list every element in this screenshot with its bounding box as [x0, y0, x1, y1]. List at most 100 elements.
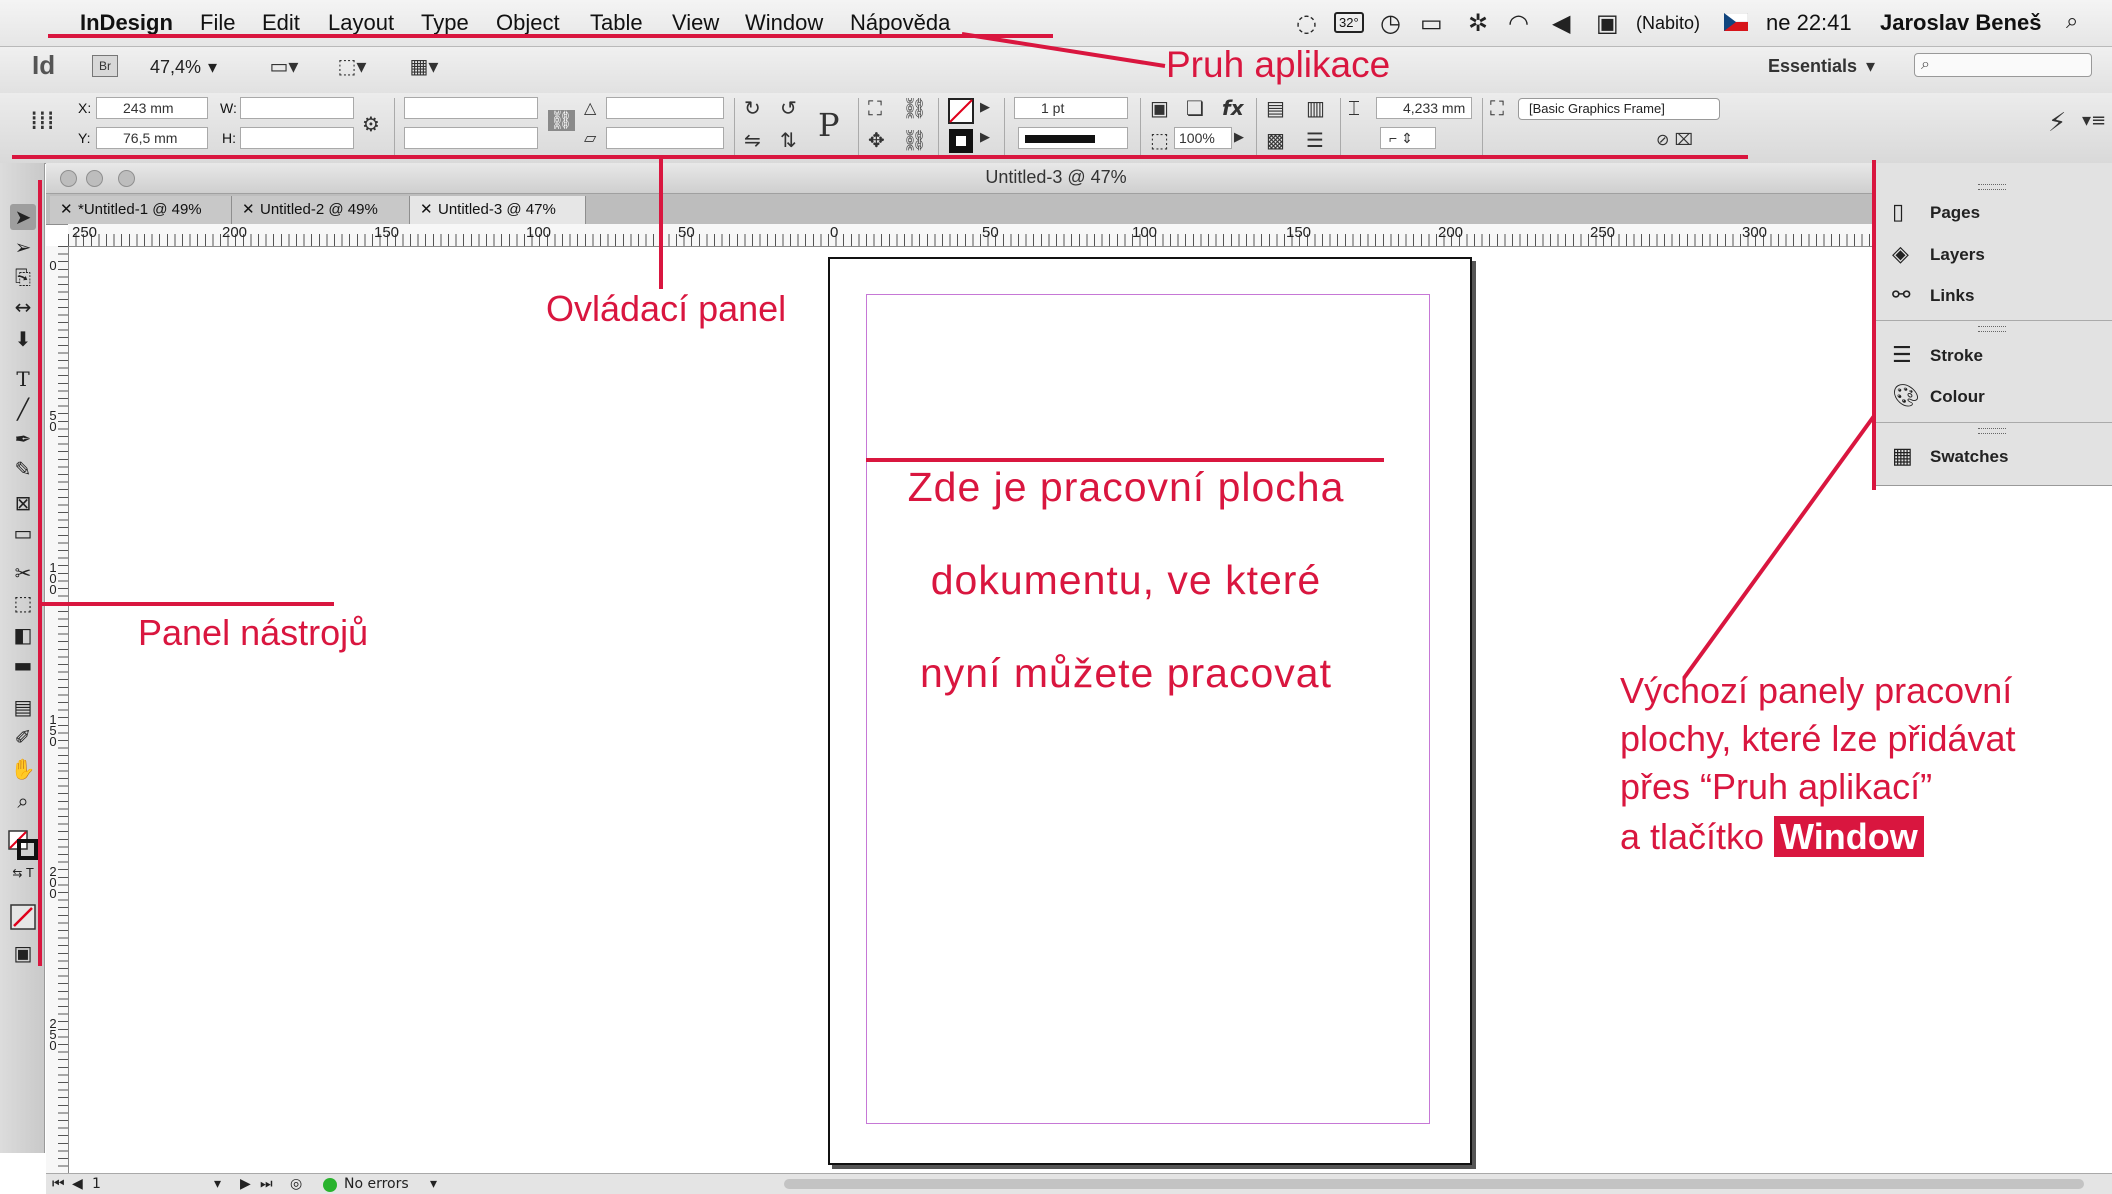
flip-vertical-icon[interactable]: ⇅ [780, 128, 797, 152]
page-tool-icon[interactable]: ⎘ [10, 264, 36, 290]
scissors-tool-icon[interactable]: ✂ [10, 560, 36, 586]
screen-mode-button[interactable]: ⬚▾ [330, 54, 374, 82]
panel-pages[interactable]: ▯ Pages [1892, 198, 1980, 228]
panel-menu-icon[interactable]: ▾≡ [2082, 110, 2106, 131]
direct-selection-tool-icon[interactable]: ➢ [10, 234, 36, 260]
x-position-field[interactable]: 243 mm [96, 97, 208, 119]
rotate-cw-icon[interactable]: ↻ [744, 96, 761, 120]
menu-app-name[interactable]: InDesign [80, 10, 173, 36]
battery-icon[interactable]: ▣ [1596, 9, 1619, 37]
text-wrap-shape-icon[interactable]: ▩ [1266, 128, 1285, 152]
horizontal-scrollbar[interactable] [784, 1179, 2084, 1189]
hand-tool-icon[interactable]: ✋ [10, 756, 36, 782]
last-page-icon[interactable]: ⏭ [260, 1176, 273, 1192]
bridge-button[interactable]: Br [92, 55, 118, 77]
fill-stroke-swatch-icon[interactable] [8, 830, 38, 860]
panel-grip[interactable] [1978, 184, 2006, 190]
panel-layers[interactable]: ◈ Layers [1892, 240, 1985, 270]
scale-x-field[interactable] [404, 97, 538, 119]
tab-close-icon[interactable]: ✕ [60, 196, 73, 224]
time-machine-icon[interactable]: ◷ [1380, 9, 1401, 37]
gradient-swatch-tool-icon[interactable]: ◧ [10, 622, 36, 648]
panel-stroke[interactable]: ☰ Stroke [1892, 341, 1983, 371]
effects-fx-icon[interactable]: fx [1222, 96, 1244, 120]
menu-layout[interactable]: Layout [328, 10, 394, 36]
opacity-menu-arrow-icon[interactable]: ▶ [1234, 130, 1244, 145]
panel-links[interactable]: ⚯ Links [1892, 281, 1974, 311]
pen-tool-icon[interactable]: ✒ [10, 426, 36, 452]
spotlight-icon[interactable]: ⌕ [2066, 9, 2078, 34]
swap-colors-icon[interactable]: ⇆ T [10, 860, 36, 886]
menu-window[interactable]: Window [745, 10, 823, 36]
panel-swatches[interactable]: ▦ Swatches [1892, 442, 2008, 472]
select-content-icon[interactable]: ✥ [868, 128, 885, 152]
clock[interactable]: ne 22:41 [1766, 10, 1852, 36]
display-icon[interactable]: ▭ [1420, 9, 1443, 37]
stroke-swatch-icon[interactable] [948, 128, 974, 154]
menu-object[interactable]: Object [496, 10, 560, 36]
text-wrap-jump-icon[interactable]: ☰ [1306, 128, 1324, 152]
selection-tool-icon[interactable]: ➤ [10, 204, 36, 230]
preflight-errors[interactable]: No errors [344, 1176, 409, 1192]
tab-untitled-2[interactable]: ✕ Untitled-2 @ 49% [232, 196, 410, 224]
view-options-button[interactable]: ▭▾ [262, 54, 306, 82]
rotation-angle-field[interactable] [606, 97, 724, 119]
pencil-tool-icon[interactable]: ✎ [10, 456, 36, 482]
zoom-dropdown-icon[interactable]: ▾ [208, 57, 217, 78]
help-search-input[interactable]: ⌕ [1914, 53, 2092, 77]
rotate-ccw-icon[interactable]: ↺ [780, 96, 797, 120]
screen-mode-icon[interactable]: ▣ [10, 940, 36, 966]
menu-help[interactable]: Nápověda [850, 10, 950, 36]
stroke-type-select[interactable] [1018, 127, 1128, 149]
bluetooth-icon[interactable]: ✲ [1468, 9, 1488, 37]
corner-size-field[interactable]: 4,233 mm [1376, 97, 1472, 119]
arrange-documents-button[interactable]: ▦▾ [402, 54, 446, 82]
open-page-icon[interactable]: ◎ [290, 1176, 302, 1192]
text-wrap-bounding-icon[interactable]: ▥ [1306, 96, 1325, 120]
reference-point-icon[interactable]: ⁞⁞⁞ [30, 106, 55, 136]
shear-angle-field[interactable] [606, 127, 724, 149]
rectangle-frame-tool-icon[interactable]: ⊠ [10, 490, 36, 516]
temperature-badge[interactable]: 32° [1334, 12, 1364, 33]
tab-close-icon[interactable]: ✕ [242, 196, 255, 224]
panel-grip[interactable] [1978, 326, 2006, 332]
menu-type[interactable]: Type [421, 10, 469, 36]
previous-page-icon[interactable]: ◀ [72, 1176, 83, 1192]
zoom-level[interactable]: 47,4% [150, 57, 201, 78]
eyedropper-tool-icon[interactable]: ✐ [10, 724, 36, 750]
free-transform-tool-icon[interactable]: ⬚ [10, 590, 36, 616]
tab-untitled-1[interactable]: ✕ *Untitled-1 @ 49% [50, 196, 232, 224]
y-position-field[interactable]: 76,5 mm [96, 127, 208, 149]
preflight-menu-icon[interactable]: ▾ [430, 1176, 437, 1192]
scale-y-field[interactable] [404, 127, 538, 149]
select-next-icon[interactable]: ⛓ [902, 128, 927, 152]
menu-view[interactable]: View [672, 10, 719, 36]
panel-colour[interactable]: 🎨︎ Colour [1892, 382, 1985, 412]
select-previous-icon[interactable]: ⛓ [902, 96, 927, 120]
text-wrap-none-icon[interactable]: ▤ [1266, 96, 1285, 120]
first-page-icon[interactable]: ⏮ [52, 1176, 65, 1192]
drop-shadow-icon[interactable]: ▣ [1150, 96, 1169, 120]
next-page-icon[interactable]: ▶ [240, 1176, 251, 1192]
object-style-select[interactable]: [Basic Graphics Frame] [1518, 98, 1720, 120]
fill-menu-arrow-icon[interactable]: ▶ [980, 100, 990, 115]
select-container-icon[interactable]: ⛶ [868, 96, 882, 120]
height-field[interactable] [240, 127, 354, 149]
page-number-field[interactable]: 1 [92, 1176, 101, 1192]
evernote-icon[interactable]: ◌ [1296, 9, 1317, 37]
zoom-tool-icon[interactable]: ⌕ [10, 788, 36, 814]
width-field[interactable] [240, 97, 354, 119]
menu-table[interactable]: Table [590, 10, 643, 36]
workspace-switcher[interactable]: Essentials [1768, 56, 1857, 77]
gap-tool-icon[interactable]: ↔ [10, 294, 36, 320]
note-tool-icon[interactable]: ▤ [10, 694, 36, 720]
apply-none-icon[interactable] [10, 904, 36, 930]
page-menu-icon[interactable]: ▾ [214, 1176, 221, 1192]
tab-untitled-3[interactable]: ✕ Untitled-3 @ 47% [410, 196, 586, 224]
line-tool-icon[interactable]: ╱ [10, 396, 36, 422]
gradient-feather-tool-icon[interactable]: ▬ [10, 652, 36, 678]
opacity-field[interactable]: 100% [1174, 127, 1232, 149]
constrain-proportions-icon[interactable]: ⚙ [362, 112, 380, 136]
rectangle-tool-icon[interactable]: ▭ [10, 520, 36, 546]
content-collector-icon[interactable]: ⬇ [10, 326, 36, 352]
